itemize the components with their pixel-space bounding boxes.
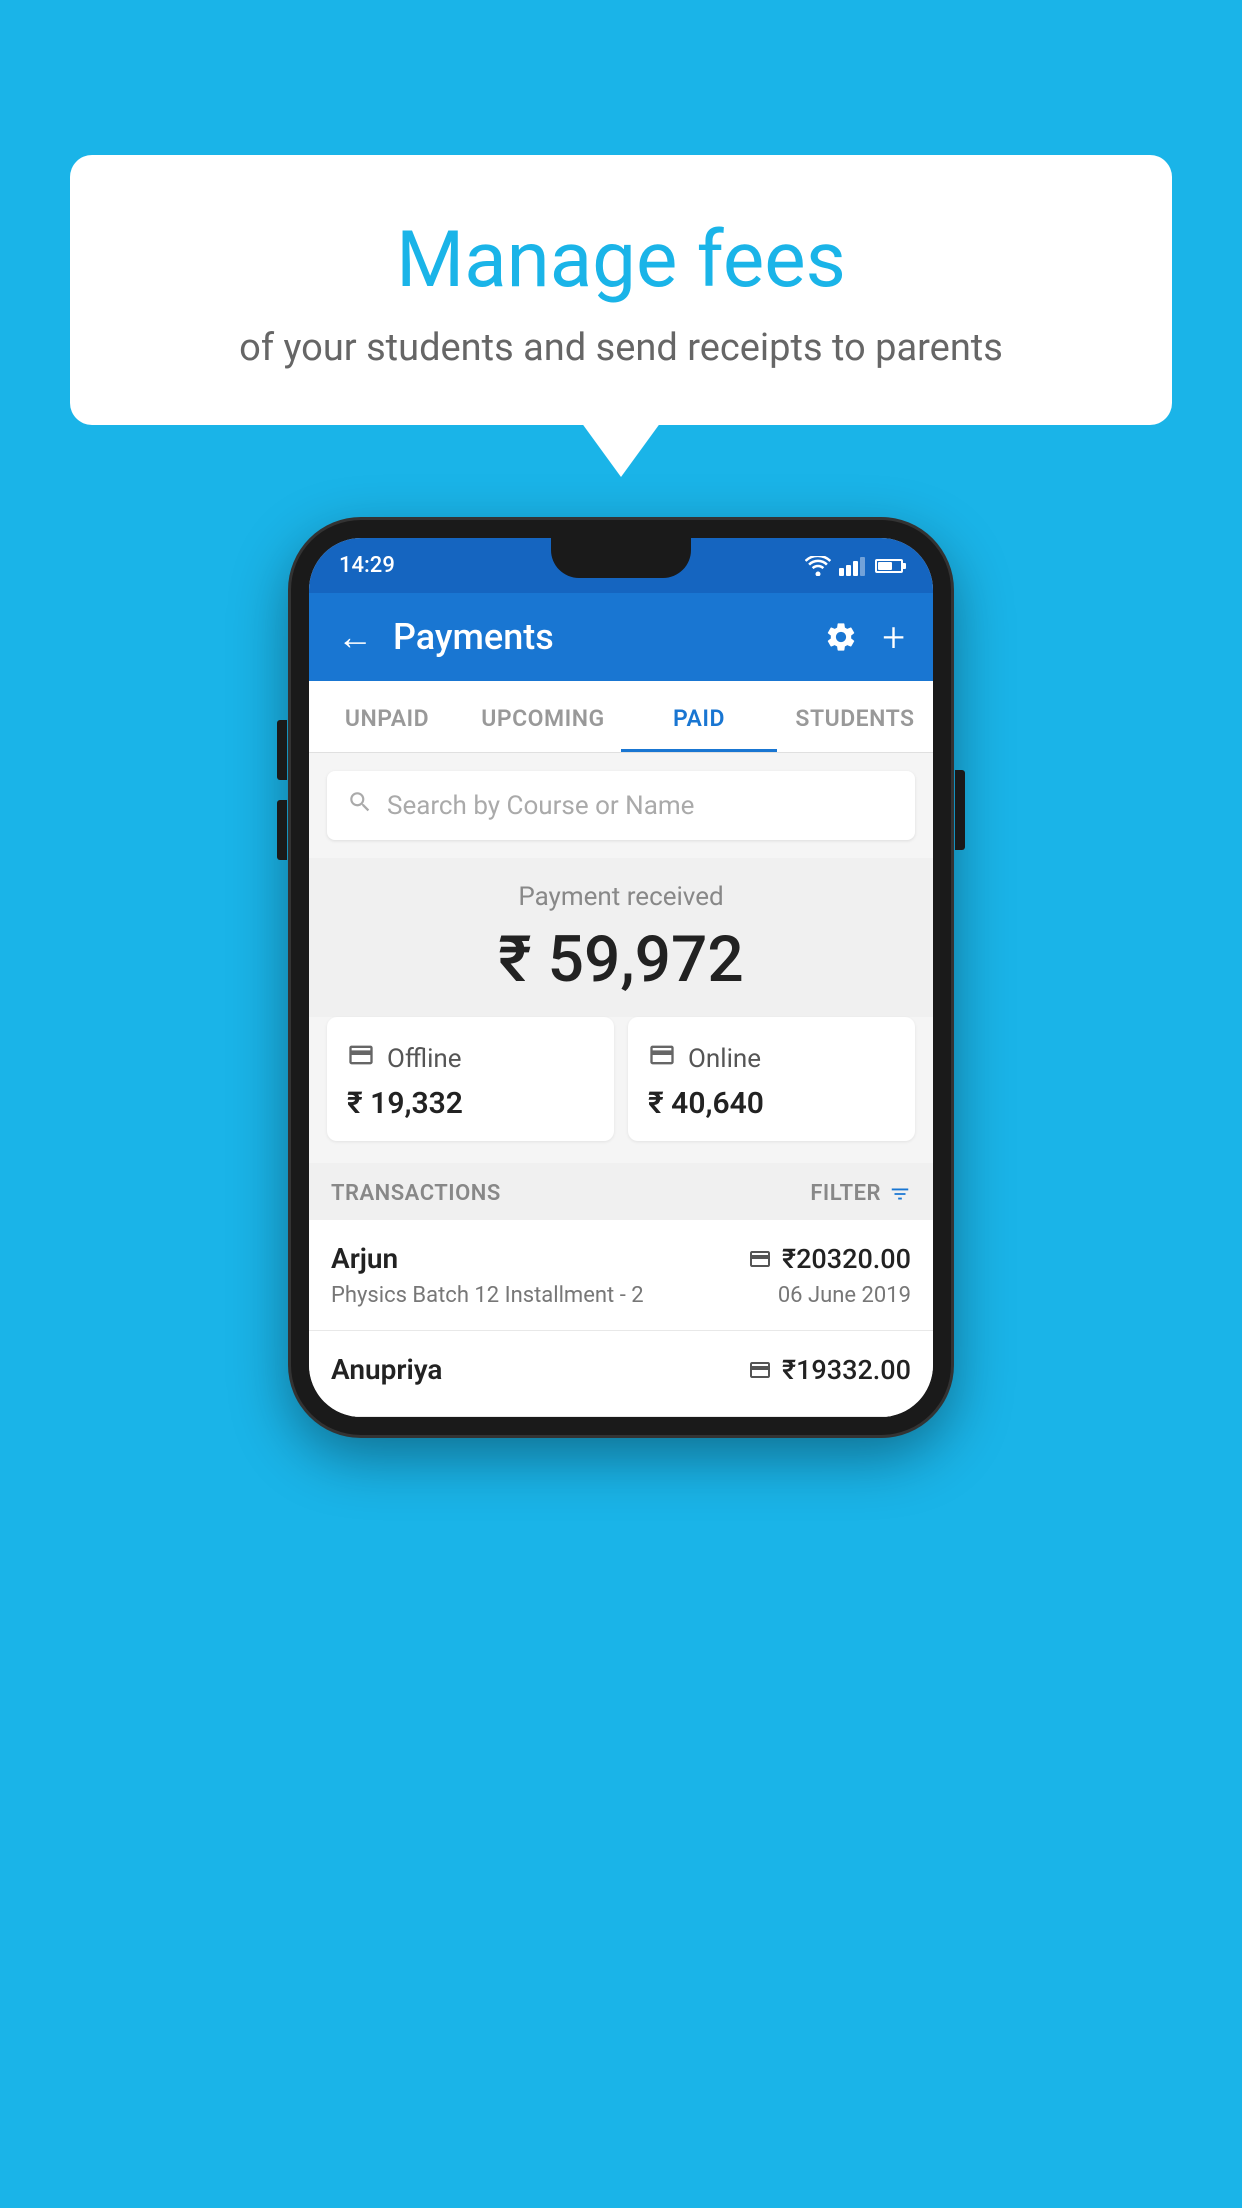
online-card-type: Online <box>688 1044 761 1074</box>
tabs-bar: UNPAID UPCOMING PAID STUDENTS <box>309 681 933 753</box>
app-bar-actions: + <box>824 614 905 661</box>
payment-received-label: Payment received <box>309 882 933 912</box>
online-payment-card: Online ₹ 40,640 <box>628 1017 915 1141</box>
speech-bubble-container: Manage fees of your students and send re… <box>70 155 1172 425</box>
transaction-amount-wrap-arjun: ₹20320.00 <box>748 1243 911 1275</box>
status-bar: 14:29 <box>309 538 933 593</box>
transaction-date-arjun: 06 June 2019 <box>778 1283 911 1308</box>
offline-card-header: Offline <box>347 1041 594 1076</box>
tab-students[interactable]: STUDENTS <box>777 681 933 752</box>
battery-icon <box>875 559 903 573</box>
filter-label: FILTER <box>810 1181 881 1206</box>
transaction-top-row-arjun: Arjun ₹20320.00 <box>331 1242 911 1275</box>
phone-notch <box>551 538 691 578</box>
payment-cards-row: Offline ₹ 19,332 Online ₹ 40,640 <box>309 1017 933 1163</box>
transaction-name-arjun: Arjun <box>331 1242 398 1275</box>
search-bar[interactable]: Search by Course or Name <box>327 771 915 840</box>
status-icons <box>805 556 903 576</box>
settings-icon[interactable] <box>824 620 858 654</box>
offline-payment-card: Offline ₹ 19,332 <box>327 1017 614 1141</box>
payment-received-section: Payment received ₹ 59,972 <box>309 858 933 1017</box>
speech-bubble-title: Manage fees <box>130 215 1112 306</box>
offline-icon <box>347 1041 375 1076</box>
offline-card-type: Offline <box>387 1044 462 1074</box>
tab-unpaid[interactable]: UNPAID <box>309 681 465 752</box>
transaction-row-anupriya[interactable]: Anupriya ₹19332.00 <box>309 1331 933 1417</box>
phone-screen: 14:29 <box>309 538 933 1417</box>
filter-button[interactable]: FILTER <box>810 1181 911 1206</box>
tab-upcoming[interactable]: UPCOMING <box>465 681 621 752</box>
online-icon <box>648 1041 676 1076</box>
phone-frame: 14:29 <box>291 520 951 1435</box>
search-placeholder: Search by Course or Name <box>387 791 694 821</box>
transaction-course-arjun: Physics Batch 12 Installment - 2 <box>331 1283 644 1308</box>
offline-mode-icon <box>748 1358 772 1382</box>
status-time: 14:29 <box>339 553 395 578</box>
transaction-top-row-anupriya: Anupriya ₹19332.00 <box>331 1353 911 1386</box>
online-card-header: Online <box>648 1041 895 1076</box>
card-mode-icon <box>748 1247 772 1271</box>
transaction-name-anupriya: Anupriya <box>331 1353 442 1386</box>
transaction-row[interactable]: Arjun ₹20320.00 Physics Batch 12 Install… <box>309 1220 933 1331</box>
phone-container: 14:29 <box>291 520 951 1435</box>
tab-paid[interactable]: PAID <box>621 681 777 752</box>
speech-bubble-subtitle: of your students and send receipts to pa… <box>130 326 1112 370</box>
wifi-icon <box>805 556 831 576</box>
payment-received-amount: ₹ 59,972 <box>309 922 933 997</box>
filter-icon <box>889 1183 911 1205</box>
transaction-amount-arjun: ₹20320.00 <box>782 1243 911 1275</box>
search-icon <box>347 789 373 822</box>
app-bar-title: Payments <box>393 616 824 658</box>
back-button[interactable]: ← <box>337 616 373 658</box>
signal-icon <box>839 556 865 576</box>
speech-bubble: Manage fees of your students and send re… <box>70 155 1172 425</box>
transactions-header: TRANSACTIONS FILTER <box>309 1163 933 1220</box>
app-bar: ← Payments + <box>309 593 933 681</box>
transactions-label: TRANSACTIONS <box>331 1181 501 1206</box>
offline-card-amount: ₹ 19,332 <box>347 1086 594 1121</box>
online-card-amount: ₹ 40,640 <box>648 1086 895 1121</box>
transaction-amount-anupriya: ₹19332.00 <box>782 1354 911 1386</box>
transaction-bottom-row-arjun: Physics Batch 12 Installment - 2 06 June… <box>331 1283 911 1308</box>
add-button[interactable]: + <box>882 614 905 661</box>
transaction-amount-wrap-anupriya: ₹19332.00 <box>748 1354 911 1386</box>
